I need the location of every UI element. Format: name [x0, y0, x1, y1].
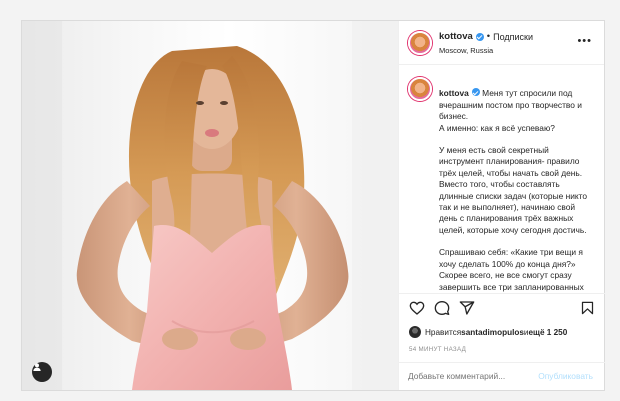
post-modal: kottova • Подписки Moscow, Russia ••• ko… — [21, 20, 605, 391]
header-user-line: kottova • Подписки — [439, 31, 533, 42]
more-options-icon[interactable]: ••• — [577, 36, 592, 47]
likes-prefix: Нравится — [425, 327, 462, 337]
post-sidebar: kottova • Подписки Moscow, Russia ••• ko… — [398, 21, 605, 390]
tagged-users-button[interactable] — [32, 362, 52, 382]
caption-username[interactable]: kottova — [439, 88, 469, 98]
comment-box: Опубликовать — [399, 362, 605, 390]
action-icons — [409, 300, 595, 318]
post-header: kottova • Подписки Moscow, Russia ••• — [399, 21, 604, 65]
separator-dot: • — [486, 31, 491, 42]
comment-icon[interactable] — [434, 300, 450, 316]
caption-paragraph-2: У меня есть свой секретный инструмент пл… — [439, 145, 588, 235]
comment-input[interactable] — [408, 371, 528, 381]
heart-icon[interactable] — [409, 300, 425, 316]
share-icon[interactable] — [459, 300, 475, 316]
post-timestamp[interactable]: 54 МИНУТ НАЗАД — [409, 346, 466, 353]
liker-avatar[interactable] — [409, 326, 421, 338]
user-icon — [33, 363, 41, 371]
bookmark-icon[interactable] — [580, 300, 595, 316]
location-link[interactable]: Moscow, Russia — [439, 46, 493, 55]
post-photo[interactable] — [22, 21, 398, 390]
caption-text: kottova Меня тут спросили под вчерашним … — [439, 77, 595, 293]
verified-badge-icon — [475, 32, 484, 41]
photo-illustration — [22, 21, 398, 390]
caption-paragraph-3: Спрашиваю себя: «Какие три вещи я хочу с… — [439, 247, 584, 292]
caption-area: kottova Меня тут спросили под вчерашним … — [399, 65, 605, 293]
liker-username[interactable]: santadimopulos — [461, 328, 524, 337]
verified-badge-icon — [471, 88, 480, 97]
avatar[interactable] — [408, 31, 432, 55]
caption-avatar[interactable] — [408, 77, 432, 101]
username-link[interactable]: kottova — [439, 31, 473, 42]
follow-status-button[interactable]: Подписки — [493, 32, 533, 42]
likes-line: Нравится santadimopulos и ещё 1 250 — [409, 326, 567, 338]
publish-button[interactable]: Опубликовать — [538, 371, 593, 381]
likes-count-button[interactable]: ещё 1 250 — [529, 328, 568, 337]
